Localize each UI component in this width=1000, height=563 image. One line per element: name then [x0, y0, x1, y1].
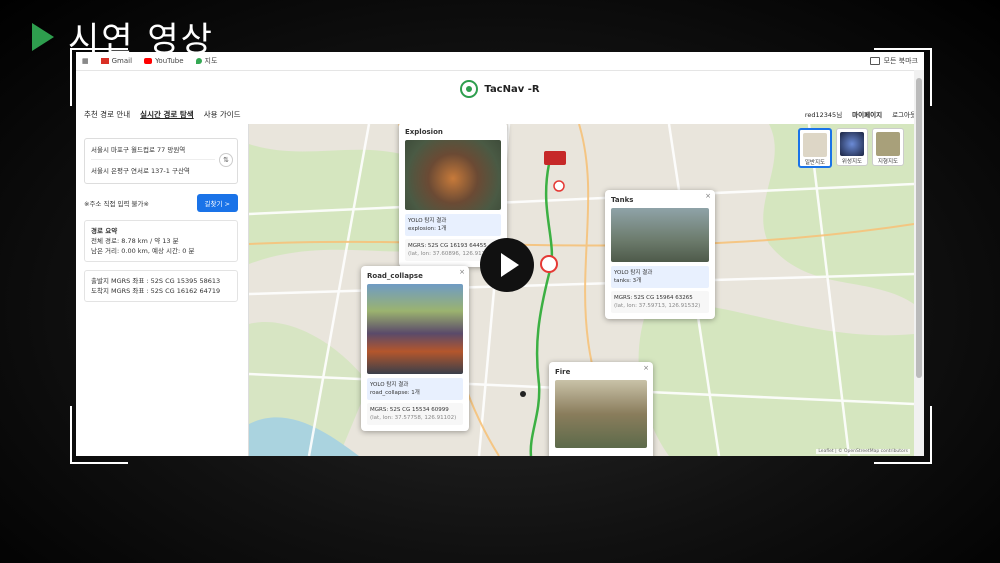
latlon-value: (lat, lon: 37.57758, 126.91102): [370, 415, 457, 421]
scrollbar-thumb[interactable]: [916, 78, 922, 378]
search-row: ※주소 직접 입력 불가※ 길찾기 >: [84, 194, 238, 212]
yolo-label: YOLO 탐지 결과: [370, 382, 409, 388]
layer-label: 지형지도: [877, 159, 899, 165]
bookmark-label: Gmail: [111, 57, 133, 65]
layer-label: 일반지도: [804, 160, 826, 166]
road-collapse-image: [367, 284, 463, 374]
app-navbar: 추천 경로 안내 실시간 경로 탐색 사용 가이드 red12345님 마이페이…: [76, 107, 924, 121]
close-icon[interactable]: ×: [459, 268, 465, 276]
end-mgrs: 도착지 MGRS 좌표 : 52S CG 16162 64719: [91, 287, 221, 295]
popup-fire: × Fire: [549, 362, 653, 456]
origin-field[interactable]: 서울시 마포구 월드컵로 77 망원역: [91, 141, 215, 160]
yolo-label: YOLO 탐지 결과: [614, 270, 653, 276]
nav-recommended-route[interactable]: 추천 경로 안내: [84, 109, 130, 120]
bookmark-label: 지도: [204, 57, 218, 65]
map-layer-switcher: 일반지도 위성지도 지형지도: [798, 128, 904, 168]
popup-mgrs: MGRS: 52S CG 15964 63265 (lat, lon: 37.5…: [611, 291, 709, 313]
bookmark-maps[interactable]: 지도: [195, 56, 218, 66]
mgrs-value: MGRS: 52S CG 15964 63265: [614, 295, 693, 301]
layer-terrain[interactable]: 지형지도: [872, 128, 904, 166]
layer-standard[interactable]: 일반지도: [798, 128, 832, 168]
latlon-value: (lat, lon: 37.59713, 126.91532): [614, 303, 701, 309]
close-icon[interactable]: ×: [705, 192, 711, 200]
scrollbar[interactable]: [914, 70, 924, 456]
bookmarks-bar: ▦ Gmail YouTube 지도 모든 북마크: [76, 52, 924, 71]
popup-tanks: × Tanks YOLO 탐지 결과 tanks: 3개 MGRS: 52S C…: [605, 190, 715, 319]
start-mgrs: 출발지 MGRS 좌표 : 52S CG 15395 58613: [91, 277, 221, 285]
play-icon[interactable]: [480, 238, 534, 292]
yolo-detection: explosion: 1개: [408, 226, 447, 232]
user-name: red12345님: [804, 111, 843, 119]
route-summary-card: 경로 요약 전체 경로: 8.78 km / 약 13 분 남은 거리: 0.0…: [84, 220, 238, 262]
gmail-icon: [100, 58, 109, 64]
yolo-detection: tanks: 3개: [614, 278, 642, 284]
mypage-link[interactable]: 마이페이지: [852, 109, 882, 119]
nav-realtime-route[interactable]: 실시간 경로 탐색: [140, 109, 194, 120]
route-sidebar: 서울시 마포구 월드컵로 77 망원역 서울시 은평구 연서로 137-1 구산…: [76, 124, 249, 456]
user-menu: red12345님 마이페이지 로그아웃: [805, 109, 916, 119]
popup-title: Tanks: [611, 196, 634, 204]
layer-label: 위성지도: [841, 159, 863, 165]
mgrs-value: MGRS: 52S CG 15534 60999: [370, 407, 449, 413]
map-view[interactable]: 일반지도 위성지도 지형지도 Explosion YOLO 탐지 결과 expl…: [249, 124, 914, 456]
youtube-icon: [144, 58, 153, 64]
address-box: 서울시 마포구 월드컵로 77 망원역 서울시 은평구 연서로 137-1 구산…: [84, 138, 238, 184]
slide-background: 시연 영상 ▦ Gmail YouTube 지도 모든 북마크 TacNav -…: [0, 0, 1000, 563]
popup-title: Explosion: [405, 128, 443, 136]
bookmark-youtube[interactable]: YouTube: [144, 57, 184, 65]
play-arrow-icon: [32, 22, 54, 51]
app-header: TacNav -R: [76, 71, 924, 107]
satellite-map-thumb: [840, 132, 864, 156]
app-title: TacNav -R: [484, 83, 540, 95]
logout-link[interactable]: 로그아웃: [892, 109, 916, 119]
logo-icon: [460, 80, 479, 98]
bookmark-label: YouTube: [155, 57, 184, 65]
yolo-detection: road_collapse: 1개: [370, 390, 420, 396]
all-bookmarks[interactable]: 모든 북마크: [869, 56, 918, 66]
popup-title: Road_collapse: [367, 272, 423, 280]
popup-mgrs: MGRS: 52S CG 15534 60999 (lat, lon: 37.5…: [367, 403, 463, 425]
yolo-result: YOLO 탐지 결과 explosion: 1개: [405, 214, 501, 236]
layer-satellite[interactable]: 위성지도: [836, 128, 868, 166]
address-hint: ※주소 직접 입력 불가※: [84, 200, 149, 208]
swap-icon[interactable]: ⇅: [219, 153, 233, 167]
popup-title: Fire: [555, 368, 571, 376]
folder-icon: [869, 57, 880, 65]
close-icon[interactable]: ×: [643, 364, 649, 372]
bookmark-gmail[interactable]: Gmail: [100, 57, 133, 65]
fire-image: [555, 380, 647, 448]
popup-road-collapse: × Road_collapse YOLO 탐지 결과 road_collapse…: [361, 266, 469, 431]
yolo-result: YOLO 탐지 결과 tanks: 3개: [611, 266, 709, 288]
yolo-result: YOLO 탐지 결과 road_collapse: 1개: [367, 378, 463, 400]
find-route-button[interactable]: 길찾기 >: [196, 194, 238, 212]
summary-heading: 경로 요약: [91, 227, 118, 235]
standard-map-thumb: [803, 133, 827, 157]
terrain-map-thumb: [876, 132, 900, 156]
summary-total: 전체 경로: 8.78 km / 약 13 분: [91, 237, 179, 245]
nav-user-guide[interactable]: 사용 가이드: [204, 109, 241, 120]
apps-icon[interactable]: ▦: [82, 57, 89, 65]
map-pin-icon: [195, 58, 202, 64]
summary-remaining: 남은 거리: 0.00 km, 예상 시간: 0 분: [91, 247, 195, 255]
explosion-image: [405, 140, 501, 210]
mgrs-card: 출발지 MGRS 좌표 : 52S CG 15395 58613 도착지 MGR…: [84, 270, 238, 302]
map-attribution[interactable]: Leaflet | © OpenStreetMap contributors: [816, 449, 910, 454]
destination-field[interactable]: 서울시 은평구 연서로 137-1 구산역: [91, 162, 215, 180]
all-bookmarks-label: 모든 북마크: [883, 57, 918, 65]
tanks-image: [611, 208, 709, 262]
yolo-label: YOLO 탐지 결과: [408, 218, 447, 224]
